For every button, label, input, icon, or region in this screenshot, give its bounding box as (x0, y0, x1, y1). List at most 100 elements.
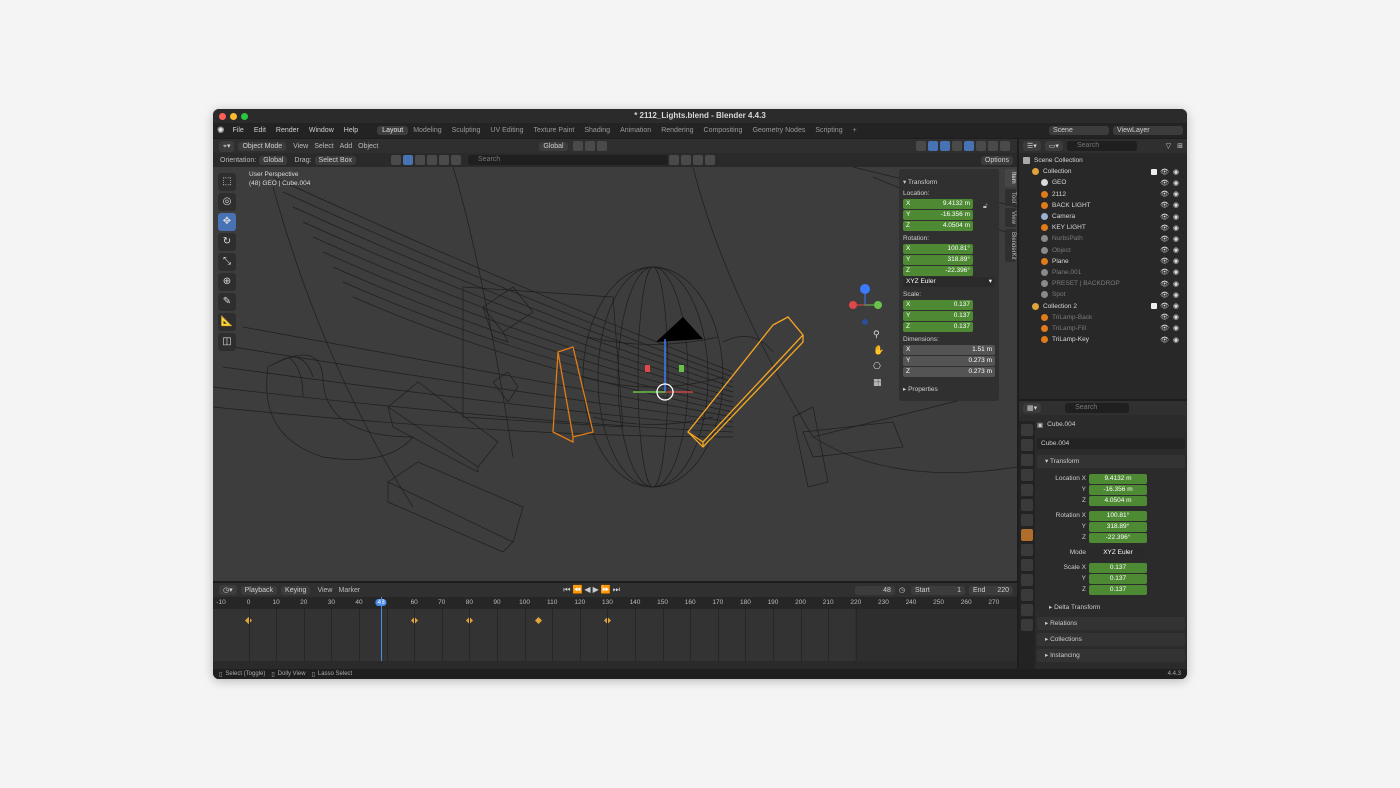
gizmo-icon[interactable] (928, 141, 938, 151)
keyframe-diamond[interactable] (534, 616, 542, 625)
tab-shading[interactable]: Shading (579, 126, 615, 135)
menu-add[interactable]: Add (340, 143, 352, 150)
outliner-row[interactable]: Collection 👁︎ ◉ (1023, 166, 1183, 177)
outliner-row[interactable]: NurbsPath 👁︎ ◉ (1023, 233, 1183, 244)
tab-scripting[interactable]: Scripting (810, 126, 847, 135)
tab-view[interactable]: View (1005, 207, 1016, 227)
outliner-editor-type-icon[interactable]: ☰▾ (1023, 141, 1041, 151)
delta-transform-section[interactable]: ▸ Delta Transform (1041, 601, 1185, 614)
rotation-mode-select[interactable]: XYZ Euler (1089, 547, 1147, 558)
end-frame-field[interactable]: End 220 (969, 585, 1013, 595)
solid-shading-icon[interactable] (976, 141, 986, 151)
prop-scale-y-field[interactable]: 0.137 (1089, 573, 1147, 584)
scale-x-field[interactable]: X 0.137 (903, 300, 973, 310)
3d-viewport[interactable]: User Perspective (48) GEO | Cube.004 ⚲ ✋… (213, 167, 1017, 581)
frame-ruler[interactable]: -100102030404860708090100110120130140150… (213, 597, 1017, 609)
render-camera-icon[interactable]: ◉ (1173, 235, 1179, 243)
overlay-icon[interactable] (940, 141, 950, 151)
visibility-eye-icon[interactable]: 👁︎ (1160, 280, 1169, 288)
render-camera-icon[interactable]: ◉ (1173, 224, 1179, 232)
outliner-row[interactable]: Object 👁︎ ◉ (1023, 245, 1183, 256)
move-tool-icon[interactable]: ✥ (218, 213, 236, 231)
wireframe-shading-icon[interactable] (964, 141, 974, 151)
dimension-z-field[interactable]: Z 0.273 m (903, 367, 995, 377)
rendered-shading-icon[interactable] (1000, 141, 1010, 151)
render-camera-icon[interactable]: ◉ (1173, 168, 1179, 176)
tab-item[interactable]: Item (1005, 169, 1016, 187)
keying-menu[interactable]: Keying (281, 585, 311, 595)
outliner-row[interactable]: Camera 👁︎ ◉ (1023, 211, 1183, 222)
scale-tool-icon[interactable]: ⤡ (218, 253, 236, 271)
menu-view[interactable]: View (293, 143, 308, 150)
object-name-field[interactable]: Cube.004 (1037, 438, 1185, 449)
mode-dropdown[interactable]: Object Mode (238, 141, 287, 151)
measure-tool-icon[interactable]: 📐 (218, 313, 236, 331)
timeline-keyframes[interactable] (213, 609, 1017, 661)
transform-tool-icon[interactable]: ⊕ (218, 273, 236, 291)
object-type-icon[interactable] (403, 155, 414, 165)
prop-scale-x-field[interactable]: 0.137 (1089, 562, 1147, 573)
tab-uv-editing[interactable]: UV Editing (485, 126, 528, 135)
tab-layout[interactable]: Layout (377, 126, 409, 135)
render-camera-icon[interactable]: ◉ (1173, 280, 1179, 288)
transform-orientation-dropdown[interactable]: Global (539, 141, 568, 151)
tab-rendering[interactable]: Rendering (656, 126, 698, 135)
prop-location-y-field[interactable]: -16.356 m (1089, 484, 1147, 495)
render-camera-icon[interactable]: ◉ (1173, 179, 1179, 187)
camera-view-icon[interactable]: ⎔ (873, 361, 887, 372)
dimension-x-field[interactable]: X 1.51 m (903, 345, 995, 355)
view-layer-tab-icon[interactable] (1021, 469, 1033, 481)
outliner-row[interactable]: Plane 👁︎ ◉ (1023, 256, 1183, 267)
menu-select[interactable]: Select (314, 143, 333, 150)
visibility-eye-icon[interactable]: 👁︎ (1160, 302, 1169, 310)
npanel-transform-header[interactable]: ▾ Transform (903, 178, 995, 186)
mesh-icon[interactable] (415, 155, 426, 165)
curve-icon[interactable] (451, 155, 462, 165)
properties-subpanel-header[interactable]: ▸ Properties (903, 385, 995, 393)
outliner-row[interactable]: PRESET | BACKDROP 👁︎ ◉ (1023, 278, 1183, 289)
display-mode-icon[interactable]: ▭▾ (1044, 141, 1063, 151)
prop-rotation-x-field[interactable]: 100.81° (1089, 510, 1147, 521)
current-frame-field[interactable]: 48 (854, 585, 895, 595)
select-box-tool-icon[interactable]: ⬚ (218, 173, 236, 191)
render-camera-icon[interactable]: ◉ (1173, 246, 1179, 254)
orientation-dropdown[interactable]: Global (259, 155, 288, 165)
editor-type-icon[interactable]: ⌖▾ (219, 140, 235, 152)
render-camera-icon[interactable]: ◉ (1173, 257, 1179, 265)
visibility-eye-icon[interactable]: 👁︎ (1160, 224, 1169, 232)
visibility-eye-icon[interactable]: 👁︎ (1160, 246, 1169, 254)
snap-icon[interactable] (584, 141, 595, 151)
relations-section[interactable]: ▸ Relations (1037, 617, 1185, 630)
modifier-tab-icon[interactable] (1021, 544, 1033, 556)
tab-blenderkit[interactable]: BlenderKit (1005, 228, 1016, 263)
playback-controls[interactable]: ⏮⏪◀▶⏩⏭ (563, 585, 622, 595)
visibility-eye-icon[interactable]: 👁︎ (1160, 313, 1169, 321)
location-x-field[interactable]: X 9.4132 m (903, 199, 973, 209)
visibility-eye-icon[interactable]: 👁︎ (1160, 201, 1169, 209)
scene-selector[interactable]: Scene (1049, 126, 1109, 135)
output-tab-icon[interactable] (1021, 454, 1033, 466)
render-camera-icon[interactable]: ◉ (1173, 291, 1179, 299)
render-camera-icon[interactable]: ◉ (1173, 268, 1179, 276)
bookmark-icon[interactable] (669, 155, 680, 165)
material-shading-icon[interactable] (988, 141, 998, 151)
scene-tab-icon[interactable] (1021, 484, 1033, 496)
add-cube-tool-icon[interactable]: ◫ (218, 333, 236, 351)
prop-rotation-z-field[interactable]: -22.396° (1089, 532, 1147, 543)
constraints-tab-icon[interactable] (1021, 589, 1033, 601)
outliner-filter-icon[interactable]: ▽ (1166, 142, 1171, 150)
render-tab-icon[interactable] (1021, 439, 1033, 451)
shield-icon[interactable] (705, 155, 716, 165)
rotate-tool-icon[interactable]: ↻ (218, 233, 236, 251)
visibility-eye-icon[interactable]: 👁︎ (1160, 268, 1169, 276)
prop-scale-z-field[interactable]: 0.137 (1089, 584, 1147, 595)
tab-compositing[interactable]: Compositing (699, 126, 748, 135)
render-camera-icon[interactable]: ◉ (1173, 313, 1179, 321)
tool-tab-icon[interactable] (1021, 424, 1033, 436)
visibility-eye-icon[interactable]: 👁︎ (1160, 324, 1169, 332)
annotate-tool-icon[interactable]: ✎ (218, 293, 236, 311)
prop-location-z-field[interactable]: 4.0504 m (1089, 495, 1147, 506)
scale-y-field[interactable]: Y 0.137 (903, 311, 973, 321)
location-z-field[interactable]: Z 4.0504 m (903, 221, 973, 231)
menu-window[interactable]: Window (304, 127, 339, 134)
